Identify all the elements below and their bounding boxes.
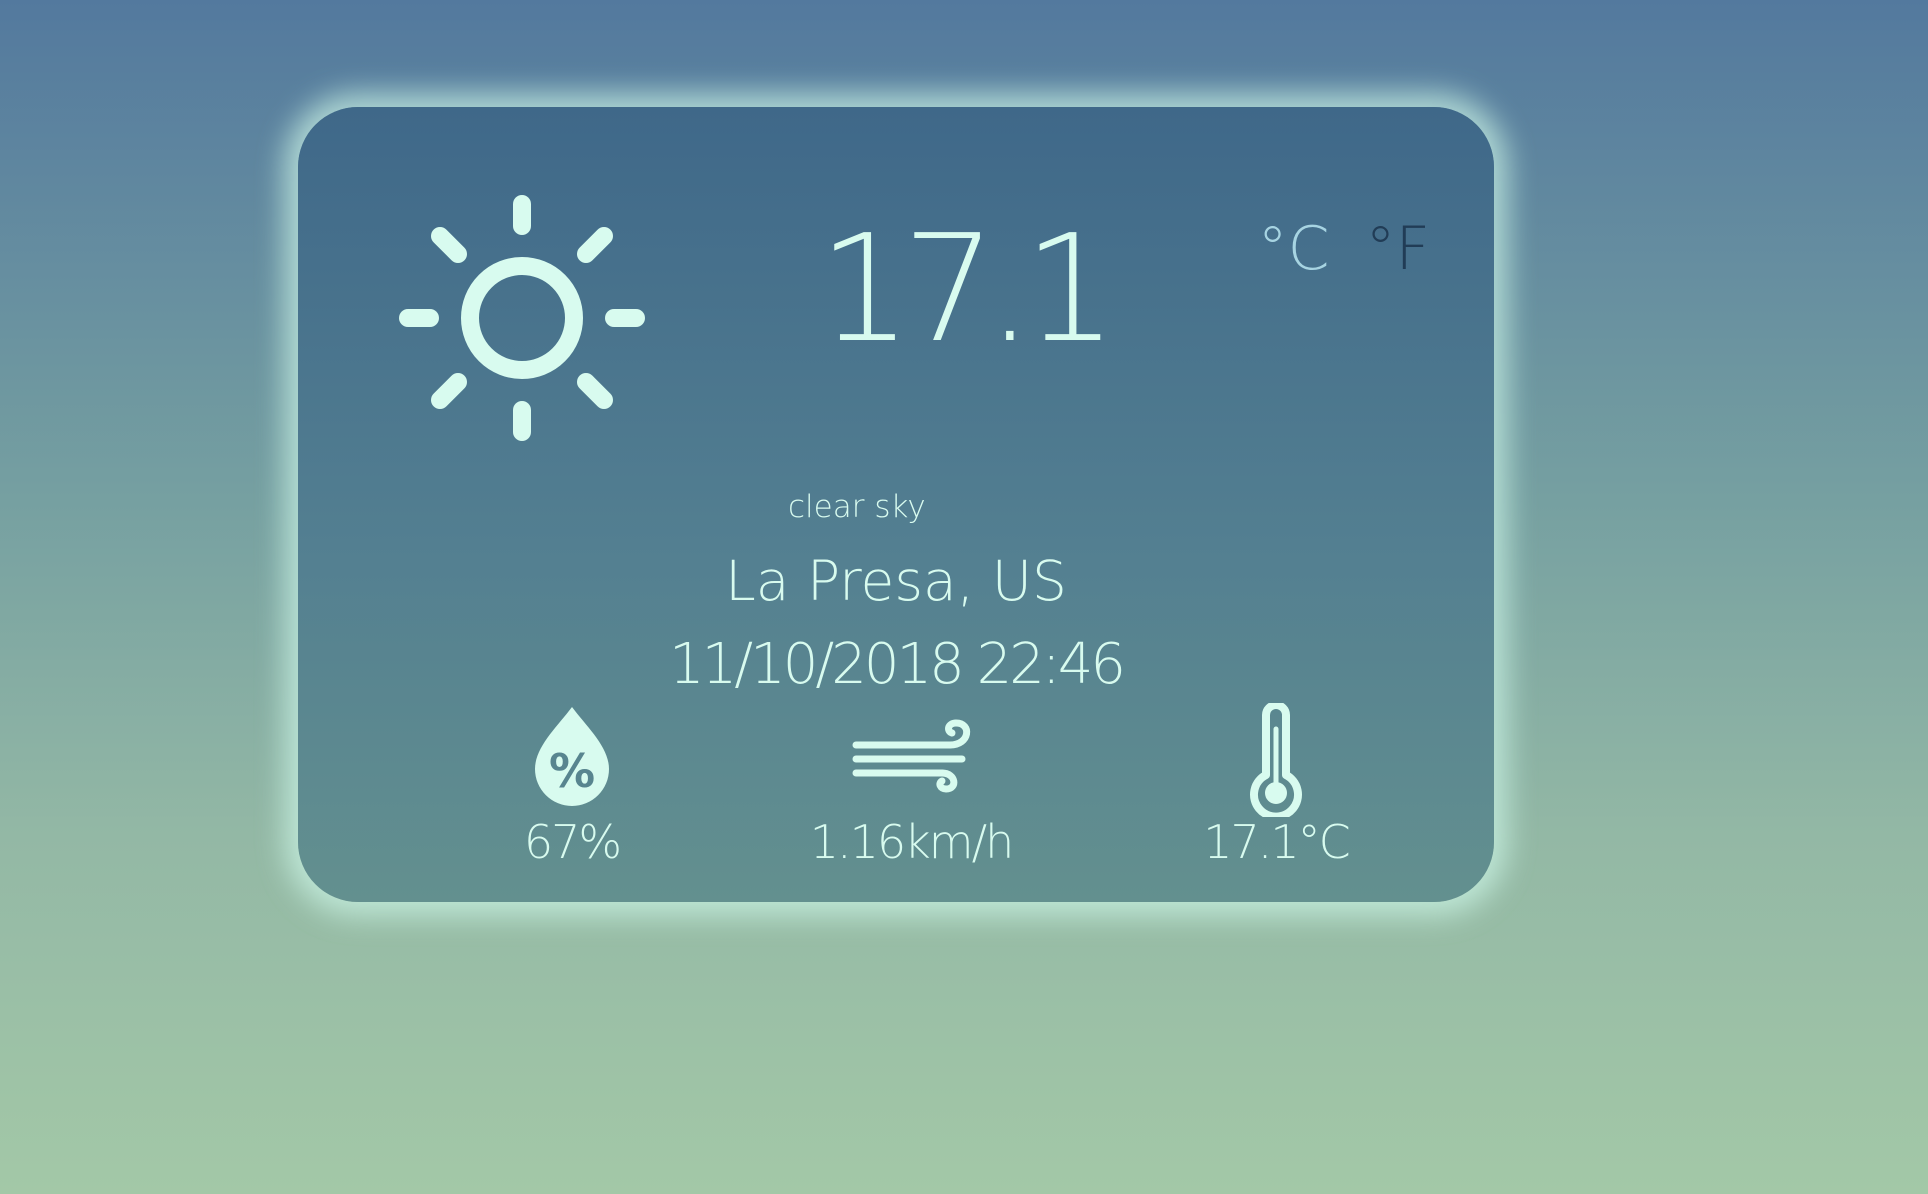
weather-card: 17.1 °C °F clear sky La Presa, US 11/10/… <box>298 107 1494 902</box>
temperature-value: 17.1 <box>818 203 1118 375</box>
weather-description: clear sky <box>788 489 926 525</box>
humidity-value: 67% <box>523 815 622 869</box>
sun-icon <box>399 195 645 441</box>
thermometer-icon <box>1250 703 1302 817</box>
feels-like-stat: 17.1°C <box>1156 703 1396 893</box>
fahrenheit-toggle[interactable]: °F <box>1365 219 1430 279</box>
feels-like-value: 17.1°C <box>1203 815 1351 869</box>
svg-text:%: % <box>549 744 595 798</box>
unit-switch: °C °F <box>1258 219 1430 279</box>
wind-value: 1.16km/h <box>809 815 1015 869</box>
datetime-label: 11/10/2018 22:46 <box>669 632 1126 697</box>
wind-icon <box>852 719 970 793</box>
wind-stat: 1.16km/h <box>791 703 1031 893</box>
celsius-toggle[interactable]: °C <box>1258 219 1330 279</box>
humidity-drop-icon: % <box>535 707 609 806</box>
location-label: La Presa, US <box>725 549 1067 613</box>
humidity-stat: % 67% <box>452 703 692 893</box>
